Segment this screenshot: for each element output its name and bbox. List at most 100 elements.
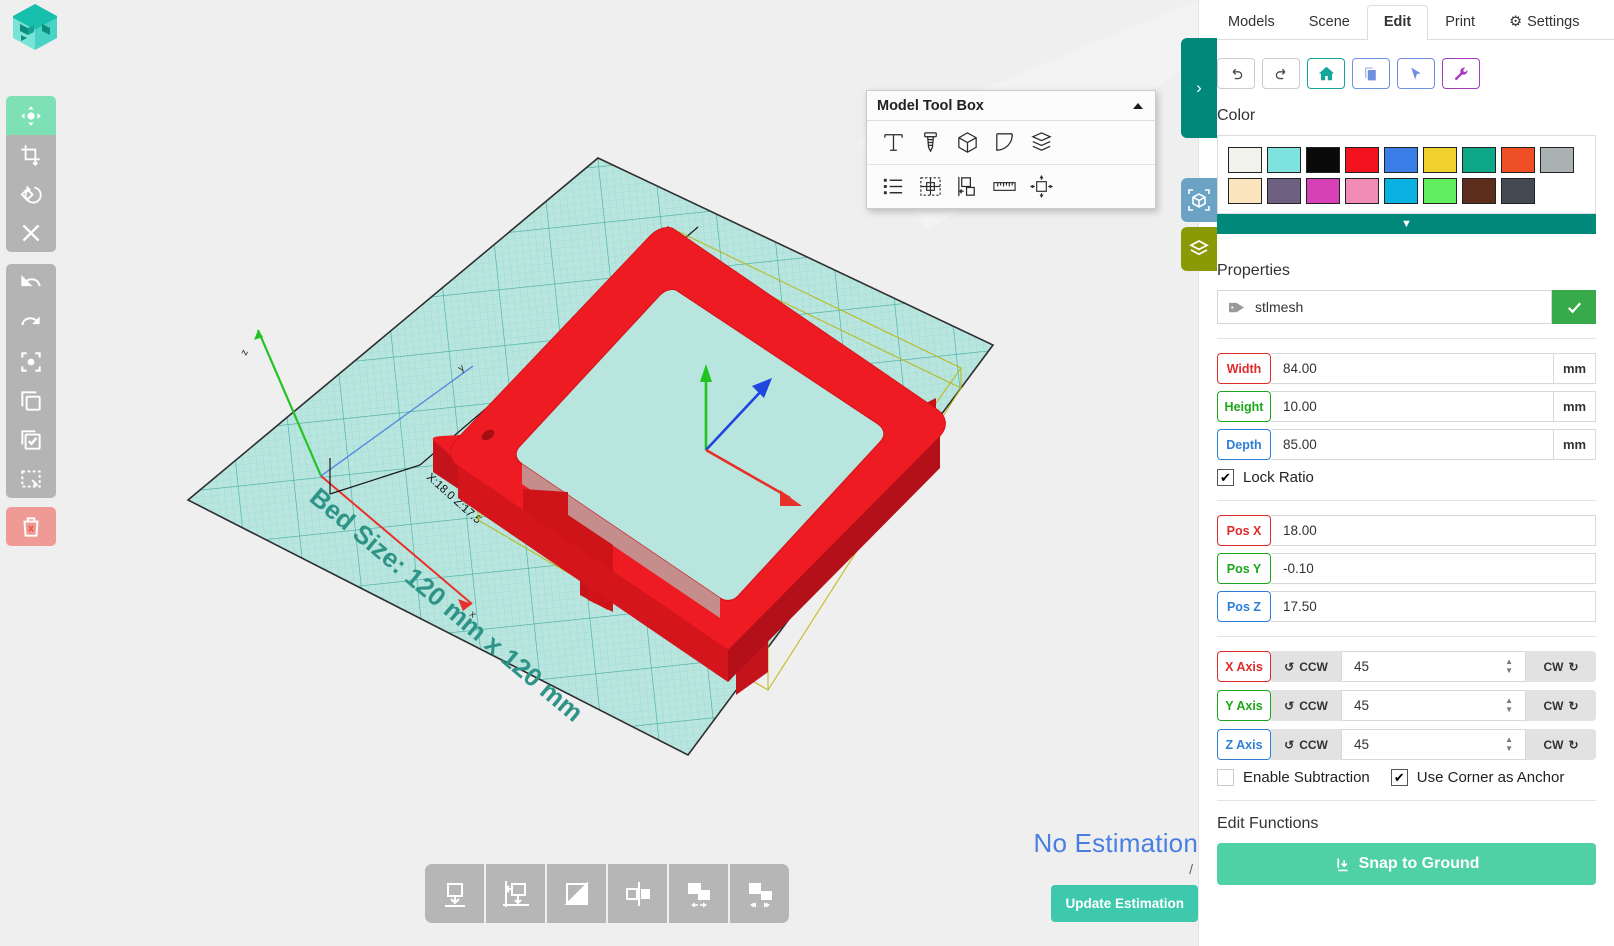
ruler-tool-icon[interactable]: [992, 174, 1017, 199]
mirror-diagonal-button[interactable]: [547, 864, 606, 923]
y-axis-cw-button[interactable]: CW ↻: [1526, 690, 1596, 721]
tab-models[interactable]: Models: [1211, 5, 1292, 39]
tab-edit[interactable]: Edit: [1366, 5, 1429, 40]
x-axis-ccw-button[interactable]: ↺ CCW: [1271, 651, 1341, 682]
edge-tab-model[interactable]: [1181, 178, 1217, 222]
rail-group-danger: [6, 507, 56, 546]
cube-tool-icon[interactable]: [955, 130, 980, 155]
marquee-select-tool[interactable]: [6, 459, 56, 498]
color-swatch[interactable]: [1306, 147, 1340, 173]
group-objects-button[interactable]: [669, 864, 728, 923]
z-axis-ccw-button[interactable]: ↺ CCW: [1271, 729, 1341, 760]
pos-z-input[interactable]: 17.50: [1271, 591, 1596, 622]
z-axis-label[interactable]: Z Axis: [1217, 729, 1271, 760]
move-tool[interactable]: [6, 96, 56, 135]
x-axis-angle-input[interactable]: 45 ▲ ▼: [1341, 651, 1526, 682]
lock-ratio-checkbox[interactable]: ✔: [1217, 469, 1234, 486]
tab-scene[interactable]: Scene: [1292, 5, 1367, 39]
color-swatch[interactable]: [1384, 147, 1418, 173]
color-swatch[interactable]: [1228, 178, 1262, 204]
list-tool-icon[interactable]: [881, 174, 906, 199]
update-estimation-button[interactable]: Update Estimation: [1051, 885, 1198, 922]
tab-settings[interactable]: ⚙ Settings: [1492, 5, 1596, 39]
caret-up-icon[interactable]: [1131, 99, 1145, 113]
confirm-name-button[interactable]: [1552, 290, 1596, 324]
z-axis-angle-input[interactable]: 45 ▲ ▼: [1341, 729, 1526, 760]
object-name-input[interactable]: stlmesh: [1217, 290, 1552, 324]
color-swatch[interactable]: [1462, 147, 1496, 173]
drop-to-bed-button[interactable]: [425, 864, 484, 923]
height-unit: mm: [1554, 391, 1596, 422]
delete-tool[interactable]: [6, 213, 56, 252]
align-center-tool-icon[interactable]: [918, 174, 943, 199]
move-box-tool-icon[interactable]: [1029, 174, 1054, 199]
x-axis-cw-button[interactable]: CW ↻: [1526, 651, 1596, 682]
height-input[interactable]: 10.00: [1271, 391, 1554, 422]
use-corner-anchor-checkbox[interactable]: ✔: [1390, 769, 1408, 786]
color-swatch[interactable]: [1228, 147, 1262, 173]
color-swatch[interactable]: [1423, 178, 1457, 204]
pos-y-label[interactable]: Pos Y: [1217, 553, 1271, 584]
y-axis-ccw-label: CCW: [1299, 698, 1328, 713]
depth-input[interactable]: 85.00: [1271, 429, 1554, 460]
pos-y-input[interactable]: -0.10: [1271, 553, 1596, 584]
fillet-tool-icon[interactable]: [992, 130, 1017, 155]
color-swatch[interactable]: [1540, 147, 1574, 173]
text-tool-icon[interactable]: [881, 130, 906, 155]
z-axis-spinner[interactable]: ▲ ▼: [1505, 736, 1513, 753]
edge-tab-teal[interactable]: ›: [1181, 38, 1217, 138]
pos-x-label[interactable]: Pos X: [1217, 515, 1271, 546]
z-axis-cw-button[interactable]: CW ↻: [1526, 729, 1596, 760]
divider: [1217, 500, 1596, 501]
align-edge-tool-icon[interactable]: [955, 174, 980, 199]
undo-tool[interactable]: [6, 264, 56, 303]
color-swatch[interactable]: [1501, 147, 1535, 173]
color-swatch[interactable]: [1462, 178, 1496, 204]
color-expand-button[interactable]: ▼: [1217, 214, 1596, 234]
screw-tool-icon[interactable]: [918, 130, 943, 155]
color-swatch[interactable]: [1501, 178, 1535, 204]
height-label[interactable]: Height: [1217, 391, 1271, 422]
rail-group-edit: [6, 264, 56, 498]
redo-button[interactable]: [1262, 58, 1300, 89]
cursor-button[interactable]: [1397, 58, 1435, 89]
wrench-button[interactable]: [1442, 58, 1480, 89]
undo-button[interactable]: [1217, 58, 1255, 89]
y-axis-spinner[interactable]: ▲ ▼: [1505, 697, 1513, 714]
tab-print[interactable]: Print: [1428, 5, 1492, 39]
edge-tab-layers[interactable]: [1181, 227, 1217, 271]
check-icon: [1567, 301, 1581, 313]
scale-tool[interactable]: [6, 135, 56, 174]
x-axis-spinner[interactable]: ▲ ▼: [1505, 658, 1513, 675]
y-axis-angle-input[interactable]: 45 ▲ ▼: [1341, 690, 1526, 721]
trash-tool[interactable]: [6, 507, 56, 546]
layers-tool-icon[interactable]: [1029, 130, 1054, 155]
y-axis-label[interactable]: Y Axis: [1217, 690, 1271, 721]
copy-button[interactable]: [1352, 58, 1390, 89]
duplicate-tool[interactable]: [6, 381, 56, 420]
color-swatch[interactable]: [1345, 178, 1379, 204]
width-input[interactable]: 84.00: [1271, 353, 1554, 384]
center-tool[interactable]: [6, 342, 56, 381]
home-button[interactable]: [1307, 58, 1345, 89]
y-axis-ccw-button[interactable]: ↺ CCW: [1271, 690, 1341, 721]
select-all-tool[interactable]: [6, 420, 56, 459]
snap-to-ground-button[interactable]: Snap to Ground: [1217, 843, 1596, 885]
color-swatch[interactable]: [1267, 147, 1301, 173]
color-swatch[interactable]: [1423, 147, 1457, 173]
color-swatch[interactable]: [1267, 178, 1301, 204]
depth-label[interactable]: Depth: [1217, 429, 1271, 460]
ungroup-objects-button[interactable]: [730, 864, 789, 923]
x-axis-label[interactable]: X Axis: [1217, 651, 1271, 682]
pos-z-label[interactable]: Pos Z: [1217, 591, 1271, 622]
align-to-origin-button[interactable]: [486, 864, 545, 923]
color-swatch[interactable]: [1384, 178, 1418, 204]
pos-x-input[interactable]: 18.00: [1271, 515, 1596, 546]
rotate-tool[interactable]: [6, 174, 56, 213]
redo-tool[interactable]: [6, 303, 56, 342]
width-label[interactable]: Width: [1217, 353, 1271, 384]
enable-subtraction-checkbox[interactable]: [1217, 769, 1234, 786]
color-swatch[interactable]: [1345, 147, 1379, 173]
color-swatch[interactable]: [1306, 178, 1340, 204]
mirror-horizontal-button[interactable]: [608, 864, 667, 923]
